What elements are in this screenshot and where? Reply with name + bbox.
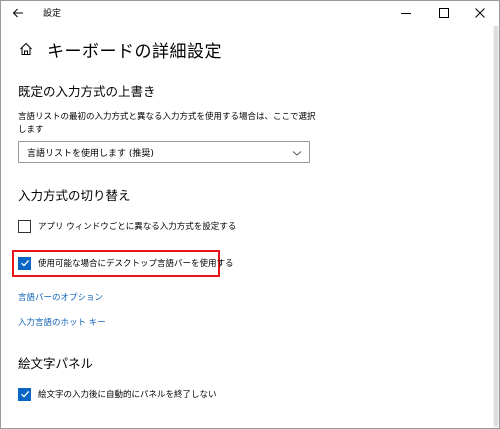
page-title: キーボードの詳細設定 <box>47 41 222 62</box>
desktop-language-bar-label: 使用可能な場合にデスクトップ言語バーを使用する <box>38 259 234 269</box>
override-description: 言語リストの最初の入力方式と異なる入力方式を使用する場合は、ここで選択します <box>18 112 316 135</box>
minimize-icon <box>401 13 411 14</box>
home-button[interactable] <box>17 40 35 58</box>
checkmark-icon <box>20 390 29 398</box>
chevron-down-icon <box>292 151 302 156</box>
app-title: 設定 <box>43 9 62 19</box>
back-button[interactable] <box>7 3 29 23</box>
home-icon <box>20 42 32 55</box>
checkmark-icon <box>20 259 29 267</box>
close-button[interactable] <box>461 1 499 25</box>
emoji-section-heading: 絵文字パネル <box>18 356 94 371</box>
page-header: キーボードの詳細設定 <box>17 35 222 63</box>
dropdown-selected-value: 言語リストを使用します (推奨) <box>27 148 154 159</box>
per-app-input-checkbox-row[interactable]: アプリ ウィンドウごとに異なる入力方式を設定する <box>18 218 236 234</box>
emoji-auto-close-label: 絵文字の入力後に自動的にパネルを終了しない <box>38 390 217 400</box>
input-language-hotkeys-link[interactable]: 入力言語のホット キー <box>18 316 106 328</box>
desktop-language-bar-checkbox-row[interactable]: 使用可能な場合にデスクトップ言語バーを使用する <box>18 255 234 271</box>
emoji-auto-close-checkbox[interactable] <box>18 387 31 401</box>
minimize-button[interactable] <box>387 1 425 25</box>
language-bar-options-link[interactable]: 言語バーのオプション <box>18 291 103 303</box>
maximize-icon <box>439 8 449 18</box>
maximize-button[interactable] <box>425 1 463 25</box>
scrollbar-thumb[interactable] <box>494 26 498 426</box>
vertical-scrollbar[interactable] <box>493 26 499 428</box>
switch-section-heading: 入力方式の切り替え <box>18 188 131 203</box>
title-bar: 設定 <box>1 1 499 25</box>
override-section-heading: 既定の入力方式の上書き <box>18 84 156 99</box>
back-arrow-icon <box>12 8 23 18</box>
per-app-input-label: アプリ ウィンドウごとに異なる入力方式を設定する <box>38 222 237 232</box>
settings-window: 設定 キーボードの詳細設定 既定の入力方式の上書き 言語リストの最初の入力方式と… <box>0 0 500 429</box>
emoji-auto-close-checkbox-row[interactable]: 絵文字の入力後に自動的にパネルを終了しない <box>18 386 217 402</box>
desktop-language-bar-checkbox[interactable] <box>18 256 31 270</box>
input-method-dropdown[interactable]: 言語リストを使用します (推奨) <box>18 141 310 163</box>
close-icon <box>475 8 485 18</box>
per-app-input-checkbox[interactable] <box>18 219 31 233</box>
